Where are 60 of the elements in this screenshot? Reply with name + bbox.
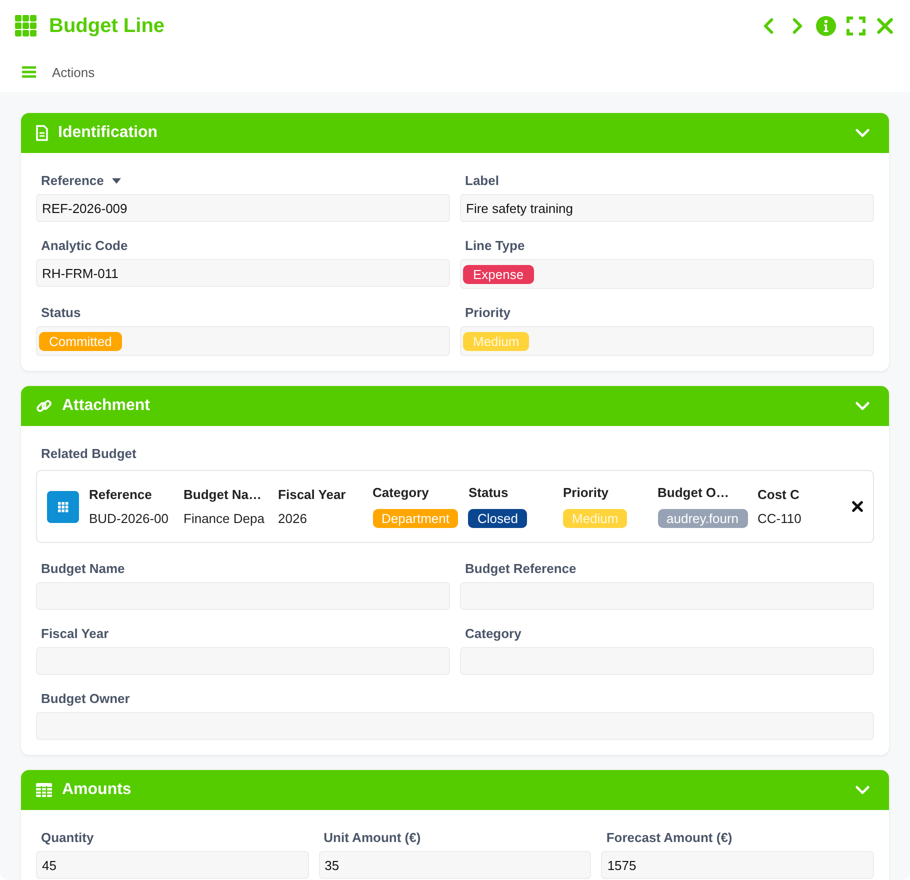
- section-title: Attachment: [62, 397, 150, 415]
- status-tag: Closed: [468, 509, 527, 528]
- input-field[interactable]: 1575: [601, 851, 874, 879]
- info-icon[interactable]: [816, 16, 836, 36]
- field-label: Budget Name: [41, 561, 125, 576]
- status-tag: audrey.fourn: [658, 509, 748, 528]
- column-heading: Budget Na…: [184, 487, 262, 502]
- cell-value: Finance Depa: [184, 511, 264, 526]
- window-title: Budget Line: [49, 14, 165, 38]
- field-label: Line Type: [465, 238, 525, 253]
- field-label: Priority: [465, 305, 511, 320]
- field-label: Quantity: [41, 830, 94, 845]
- cell-value: CC-110: [758, 511, 802, 526]
- field-label: Related Budget: [40, 446, 138, 461]
- column-heading: Status: [468, 485, 508, 500]
- field-label: Budget Owner: [41, 691, 130, 706]
- cell-value: BUD-2026-00: [89, 511, 168, 526]
- fullscreen-icon[interactable]: [846, 16, 866, 36]
- column-heading: Priority: [562, 485, 608, 500]
- chevron-down-icon[interactable]: [855, 785, 870, 795]
- column-heading: Fiscal Year: [278, 487, 346, 502]
- actions-menu-button[interactable]: Actions: [52, 64, 95, 80]
- column-heading: Budget O…: [658, 485, 729, 500]
- field-label: Label: [465, 173, 499, 188]
- status-tag: Committed: [39, 332, 122, 350]
- input-field[interactable]: RH-FRM-011: [36, 259, 450, 287]
- field-label: Forecast Amount (€): [606, 830, 732, 845]
- caret-icon[interactable]: [112, 178, 121, 184]
- field-label: Unit Amount (€): [324, 830, 421, 845]
- link-icon: [36, 398, 52, 414]
- table-icon: [36, 783, 52, 797]
- status-tag: Medium: [562, 509, 628, 528]
- section-title: Identification: [58, 124, 158, 142]
- status-tag: Department: [372, 509, 458, 528]
- column-heading: Cost C: [758, 487, 800, 502]
- input-field[interactable]: Fire safety training: [460, 194, 874, 222]
- input-field[interactable]: REF-2026-009: [36, 194, 450, 222]
- field-label: Reference: [41, 173, 104, 188]
- column-heading: Reference: [89, 487, 152, 502]
- field-label: Analytic Code: [41, 238, 128, 253]
- column-heading: Category: [372, 485, 429, 500]
- cell-value: 2026: [278, 511, 307, 526]
- input-field[interactable]: 45: [36, 851, 309, 879]
- related-record-card[interactable]: Reference BUD-2026-00 Budget Na… Finance Depa Fiscal Year 2026 Category Department Status Closed Priority Medium Budget O… audrey.fourn Cost C CC-110: [36, 470, 874, 543]
- menu-icon[interactable]: [22, 66, 36, 78]
- document-icon: [36, 125, 48, 141]
- chevron-down-icon[interactable]: [855, 401, 870, 411]
- field-label: Budget Reference: [465, 561, 576, 576]
- section-title: Amounts: [62, 781, 132, 799]
- close-icon[interactable]: [852, 501, 864, 512]
- status-tag: Expense: [463, 264, 534, 284]
- status-tag: Medium: [463, 332, 530, 350]
- field-label: Category: [465, 626, 522, 641]
- select-field[interactable]: Expense: [460, 259, 874, 289]
- field-label: Status: [41, 305, 81, 320]
- field-label: Fiscal Year: [41, 626, 109, 641]
- chevron-down-icon[interactable]: [855, 128, 870, 138]
- grid-icon: [47, 490, 79, 522]
- grid-icon: [15, 15, 37, 37]
- input-field[interactable]: 35: [318, 851, 592, 879]
